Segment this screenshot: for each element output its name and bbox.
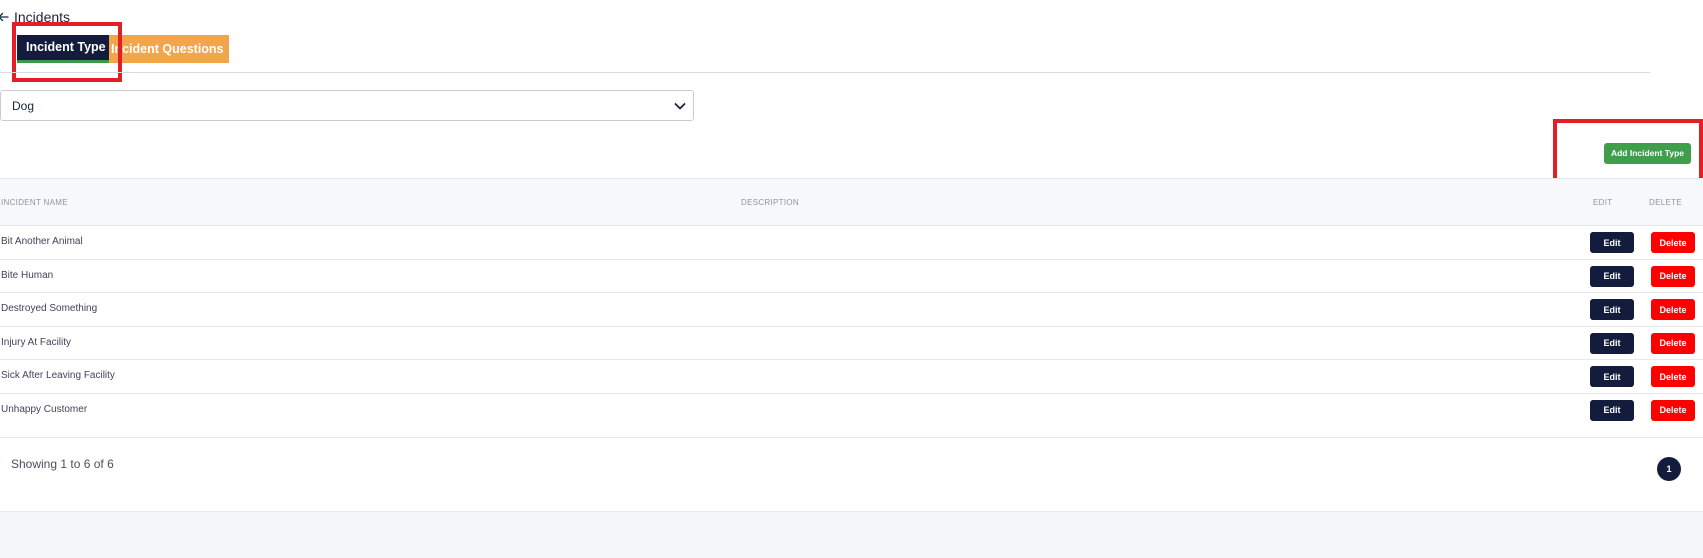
table-row: Destroyed Something Edit Delete [0, 293, 1703, 327]
column-header-delete: DELETE [1649, 198, 1682, 207]
edit-button[interactable]: Edit [1590, 399, 1634, 421]
delete-button[interactable]: Delete [1651, 366, 1695, 387]
incident-name-cell: Injury At Facility [1, 336, 72, 348]
delete-button[interactable]: Delete [1651, 265, 1695, 287]
incident-name-cell: Destroyed Something [1, 303, 98, 314]
table-row: Unhappy Customer Edit Delete [0, 394, 1703, 438]
edit-button[interactable]: Edit [1590, 232, 1634, 253]
incident-name-cell: Sick After Leaving Facility [1, 370, 115, 381]
divider [0, 72, 1650, 73]
edit-button[interactable]: Edit [1590, 299, 1634, 320]
edit-button[interactable]: Edit [1590, 332, 1634, 354]
incident-name-cell: Bite Human [1, 269, 54, 281]
animal-type-select-value: Dog [12, 98, 35, 113]
tab-incident-type[interactable]: Incident Type [17, 35, 109, 63]
tab-incident-questions[interactable]: Incident Questions [109, 35, 229, 63]
tab-bar: Incident Type Incident Questions [17, 35, 229, 63]
delete-button[interactable]: Delete [1651, 399, 1695, 421]
add-incident-type-button[interactable]: Add Incident Type [1604, 143, 1691, 164]
incident-name-cell: Unhappy Customer [1, 403, 88, 415]
pagination-summary: Showing 1 to 6 of 6 [11, 457, 114, 471]
column-header-description: DESCRIPTION [741, 198, 799, 207]
delete-button[interactable]: Delete [1651, 232, 1695, 253]
table-row: Injury At Facility Edit Delete [0, 327, 1703, 360]
table-row: Bit Another Animal Edit Delete [0, 226, 1703, 260]
delete-button[interactable]: Delete [1651, 299, 1695, 320]
edit-button[interactable]: Edit [1590, 366, 1634, 387]
edit-button[interactable]: Edit [1590, 265, 1634, 287]
pagination-page-1[interactable]: 1 [1657, 457, 1681, 481]
column-header-incident-name: INCIDENT NAME [1, 198, 68, 207]
animal-type-select[interactable]: Dog [0, 90, 694, 121]
table-footer: Showing 1 to 6 of 6 1 [0, 436, 1703, 511]
column-header-edit: EDIT [1593, 198, 1613, 207]
page-title: Incidents [14, 9, 71, 25]
delete-button[interactable]: Delete [1651, 332, 1695, 354]
chevron-down-icon [674, 103, 686, 110]
table-row: Bite Human Edit Delete [0, 260, 1703, 293]
page-background-footer [0, 511, 1703, 558]
page-header: Incidents [0, 7, 70, 27]
incident-name-cell: Bit Another Animal [1, 236, 83, 247]
table-header: INCIDENT NAME DESCRIPTION EDIT DELETE [0, 178, 1703, 226]
table-row: Sick After Leaving Facility Edit Delete [0, 360, 1703, 394]
arrow-left-icon[interactable] [0, 10, 10, 24]
